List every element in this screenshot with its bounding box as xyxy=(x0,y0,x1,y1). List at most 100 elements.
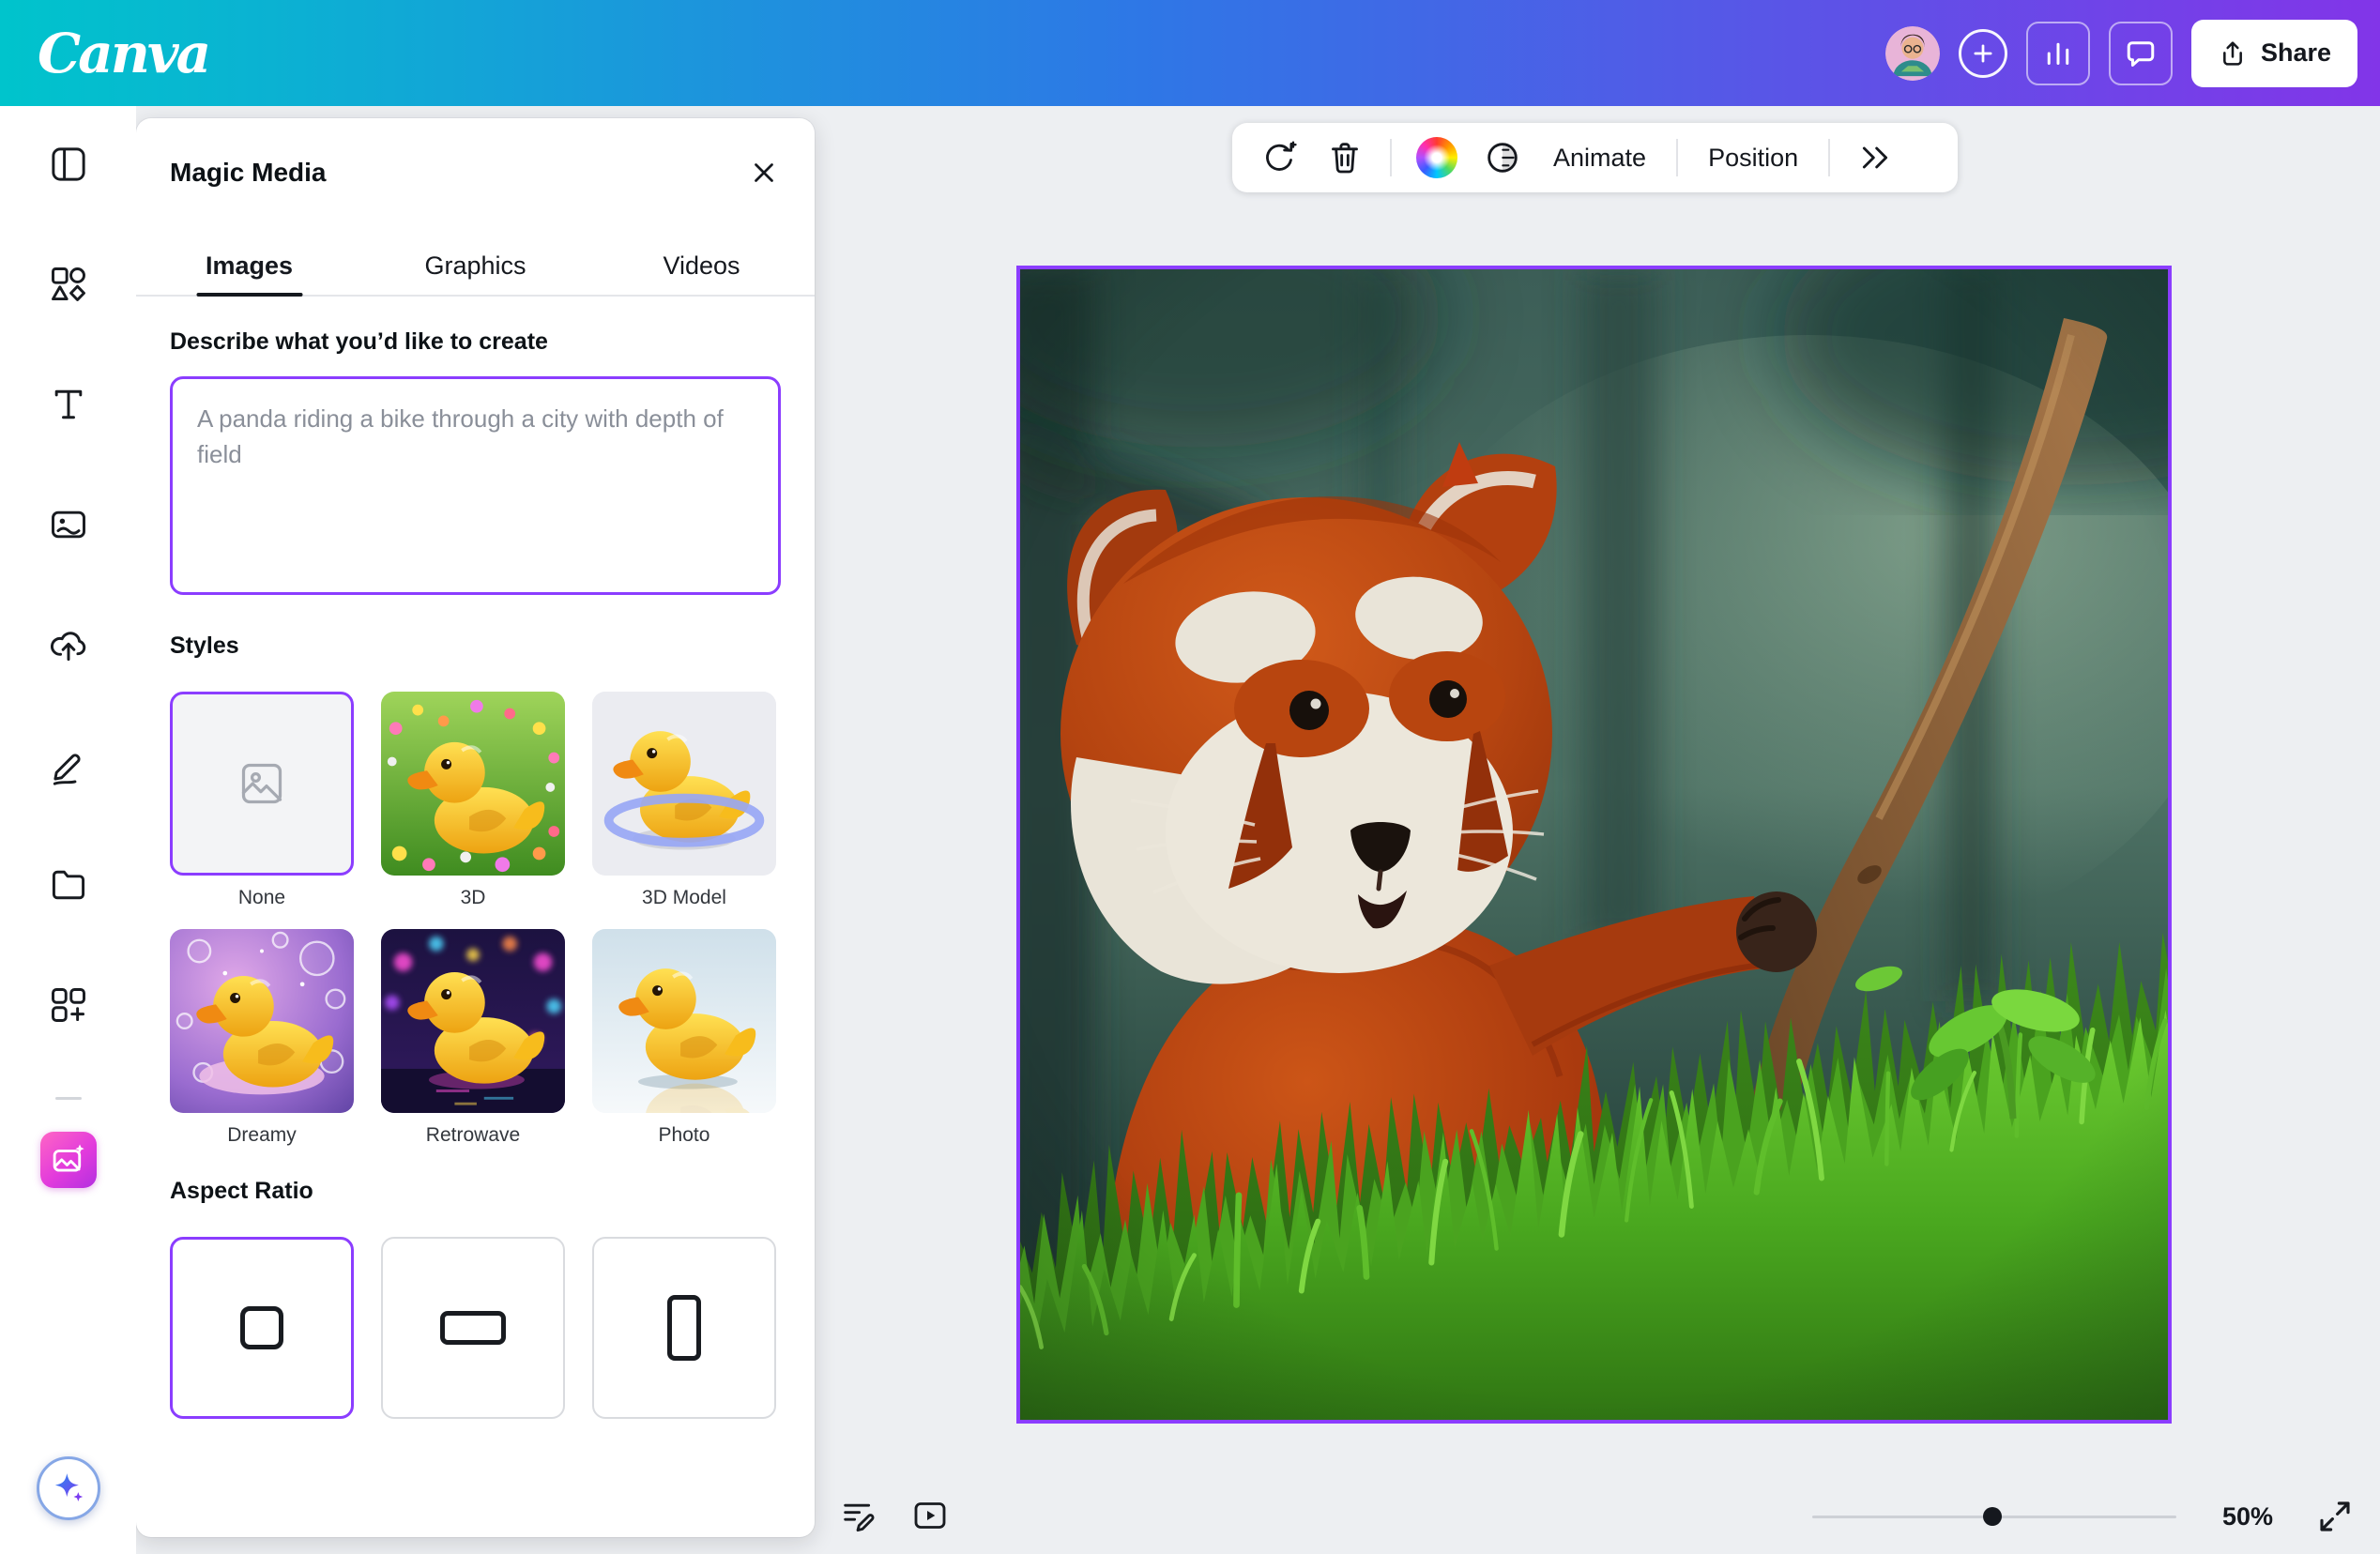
styles-label: Styles xyxy=(170,632,781,660)
aspect-ratio-label: Aspect Ratio xyxy=(170,1178,781,1205)
sidebar-item-apps[interactable] xyxy=(33,969,104,1041)
header-actions: Share xyxy=(1885,20,2357,87)
color-wheel-icon xyxy=(1416,137,1457,178)
transparency-icon xyxy=(1484,139,1521,176)
selected-image-frame[interactable] xyxy=(1016,266,2172,1424)
present-button[interactable] xyxy=(911,1497,949,1534)
animate-button[interactable]: Animate xyxy=(1548,144,1652,173)
tab-images[interactable]: Images xyxy=(136,236,362,295)
play-video-icon xyxy=(911,1497,949,1534)
landscape-ratio-icon xyxy=(440,1311,506,1345)
sidebar-item-text[interactable] xyxy=(33,369,104,440)
toolbar-divider xyxy=(1828,139,1830,176)
sparkle-icon xyxy=(50,1470,87,1507)
chat-bubble-icon xyxy=(2124,37,2158,70)
design-icon xyxy=(48,144,89,185)
panel-header: Magic Media xyxy=(136,118,815,236)
sidebar-item-draw[interactable] xyxy=(33,729,104,800)
describe-label: Describe what you’d like to create xyxy=(170,328,781,356)
style-option-none[interactable]: None xyxy=(170,692,354,908)
panel-tabs: Images Graphics Videos xyxy=(136,236,815,297)
canva-logo[interactable]: Canva xyxy=(38,26,208,81)
panel-title: Magic Media xyxy=(170,158,326,188)
sidebar-divider xyxy=(55,1097,82,1100)
expand-icon xyxy=(2315,1497,2355,1536)
sidebar-item-magic-media[interactable] xyxy=(40,1132,97,1188)
top-header: Canva xyxy=(0,0,2380,106)
zoom-level: 50% xyxy=(2205,1502,2291,1531)
account-avatar[interactable] xyxy=(1885,26,1940,81)
prompt-input[interactable] xyxy=(170,376,781,595)
delete-button[interactable] xyxy=(1324,137,1365,178)
close-panel-button[interactable] xyxy=(743,152,785,193)
style-option-3d[interactable]: 3D xyxy=(381,692,565,908)
portrait-ratio-icon xyxy=(667,1295,701,1361)
style-option-dreamy[interactable]: Dreamy xyxy=(170,929,354,1146)
position-button[interactable]: Position xyxy=(1702,144,1804,173)
add-member-button[interactable] xyxy=(1959,29,2007,78)
insights-button[interactable] xyxy=(2026,22,2090,85)
canva-assistant-button[interactable] xyxy=(37,1456,100,1520)
transparency-button[interactable] xyxy=(1482,137,1523,178)
apps-grid-icon xyxy=(48,984,89,1026)
sidebar-item-uploads[interactable] xyxy=(33,609,104,680)
close-icon xyxy=(748,157,780,189)
style-option-photo[interactable]: Photo xyxy=(592,929,776,1146)
generated-image-red-panda[interactable] xyxy=(1020,269,2168,1420)
elements-shapes-icon xyxy=(48,264,89,305)
style-label: 3D xyxy=(461,887,486,908)
image-placeholder-icon xyxy=(237,759,286,808)
bar-chart-icon xyxy=(2041,37,2075,70)
style-label: 3D Model xyxy=(642,887,726,908)
fullscreen-button[interactable] xyxy=(2315,1497,2355,1536)
style-option-retrowave[interactable]: Retrowave xyxy=(381,929,565,1146)
sidebar-item-brand[interactable] xyxy=(33,489,104,560)
sidebar-item-design[interactable] xyxy=(33,129,104,200)
comments-button[interactable] xyxy=(2109,22,2173,85)
toolbar-divider xyxy=(1390,139,1392,176)
pen-draw-icon xyxy=(48,744,89,785)
style-label: Retrowave xyxy=(426,1124,520,1146)
aspect-landscape-button[interactable] xyxy=(381,1237,565,1419)
style-thumb-3d[interactable] xyxy=(381,692,565,876)
folder-icon xyxy=(48,864,89,906)
generate-again-button[interactable] xyxy=(1259,137,1300,178)
color-picker-button[interactable] xyxy=(1416,137,1457,178)
sidebar-item-projects[interactable] xyxy=(33,849,104,921)
brand-icon xyxy=(48,504,89,545)
sidebar-item-elements[interactable] xyxy=(33,249,104,320)
toolbar-divider xyxy=(1676,139,1678,176)
aspect-portrait-button[interactable] xyxy=(592,1237,776,1419)
tab-graphics[interactable]: Graphics xyxy=(362,236,588,295)
cloud-upload-icon xyxy=(48,624,89,665)
more-tools-button[interactable] xyxy=(1854,137,1896,178)
zoom-slider[interactable] xyxy=(1812,1507,2176,1526)
upload-icon xyxy=(2218,38,2248,69)
style-label: None xyxy=(238,887,285,908)
context-toolbar: Animate Position xyxy=(1232,123,1958,192)
tab-videos[interactable]: Videos xyxy=(588,236,815,295)
share-label: Share xyxy=(2261,38,2331,68)
share-button[interactable]: Share xyxy=(2191,20,2357,87)
style-options: None xyxy=(170,692,781,1146)
style-thumb-3d-model[interactable] xyxy=(592,692,776,876)
magic-media-panel: Magic Media Images Graphics Videos Descr… xyxy=(136,118,815,1537)
double-chevron-right-icon xyxy=(1856,139,1894,176)
aspect-square-button[interactable] xyxy=(170,1237,354,1419)
style-thumb-retrowave[interactable] xyxy=(381,929,565,1113)
style-thumb-dreamy[interactable] xyxy=(170,929,354,1113)
object-panel-rail xyxy=(0,106,136,1554)
text-icon xyxy=(48,384,89,425)
magic-media-icon xyxy=(51,1142,86,1178)
style-thumb-none[interactable] xyxy=(170,692,354,876)
zoom-knob[interactable] xyxy=(1983,1507,2002,1526)
notes-button[interactable] xyxy=(839,1497,877,1534)
canva-app: Canva xyxy=(0,0,2380,1554)
style-option-3d-model[interactable]: 3D Model xyxy=(592,692,776,908)
square-ratio-icon xyxy=(240,1306,283,1349)
style-label: Photo xyxy=(659,1124,710,1146)
panel-body: Describe what you’d like to create Style… xyxy=(136,328,815,1419)
aspect-ratio-options xyxy=(170,1237,781,1419)
avatar-image xyxy=(1885,26,1940,81)
style-thumb-photo[interactable] xyxy=(592,929,776,1113)
